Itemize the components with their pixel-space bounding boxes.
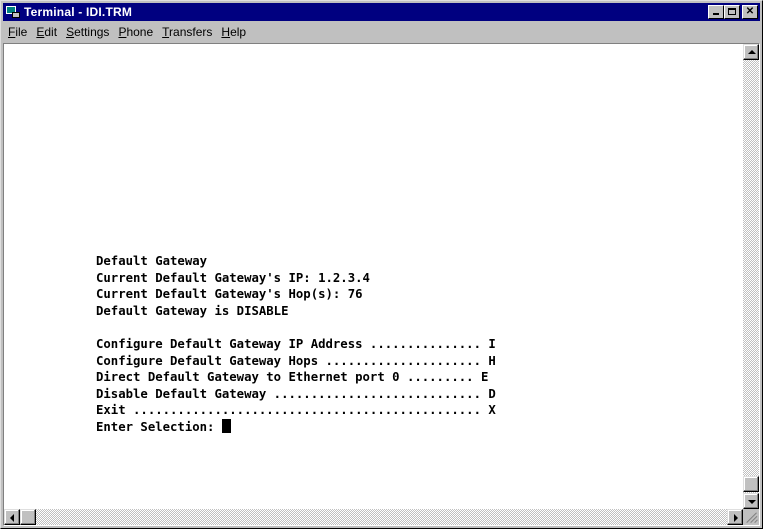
gateway-status-line: Default Gateway is DISABLE <box>96 303 289 318</box>
current-ip-line: Current Default Gateway's IP: 1.2.3.4 <box>96 270 370 285</box>
vertical-scrollbar[interactable] <box>743 44 759 509</box>
menu-transfers[interactable]: Transfers <box>158 25 216 39</box>
menu-phone[interactable]: Phone <box>114 25 157 39</box>
scroll-down-button[interactable] <box>743 493 759 509</box>
menu-settings[interactable]: Settings <box>62 25 113 39</box>
terminal-output: Default Gateway Current Default Gateway's… <box>96 253 496 436</box>
horizontal-scroll-thumb[interactable] <box>20 509 36 525</box>
up-arrow-icon <box>748 50 756 54</box>
scroll-left-button[interactable] <box>4 509 20 525</box>
menu-help[interactable]: Help <box>217 25 250 39</box>
terminal-client-area: Default Gateway Current Default Gateway's… <box>3 43 760 526</box>
current-hops-line: Current Default Gateway's Hop(s): 76 <box>96 287 363 302</box>
option-exit: Exit ...................................… <box>96 403 496 418</box>
vertical-scroll-thumb[interactable] <box>743 476 759 492</box>
menu-header: Default Gateway <box>96 254 208 268</box>
title-bar[interactable]: Terminal - IDI.TRM ✕ <box>3 3 760 21</box>
menu-file[interactable]: File <box>4 25 31 39</box>
right-arrow-icon <box>734 514 738 522</box>
prompt-text: Enter Selection: <box>96 419 222 434</box>
left-arrow-icon <box>10 514 14 522</box>
prompt-line: Enter Selection: <box>96 418 496 436</box>
option-configure-ip: Configure Default Gateway IP Address ...… <box>96 336 496 351</box>
terminal-app-icon[interactable] <box>6 5 20 19</box>
option-disable-gateway: Disable Default Gateway ................… <box>96 386 496 401</box>
terminal-screen[interactable]: Default Gateway Current Default Gateway's… <box>4 44 743 509</box>
resize-grip-icon[interactable] <box>743 509 759 525</box>
scroll-up-button[interactable] <box>743 44 759 60</box>
close-button[interactable]: ✕ <box>742 5 758 19</box>
window-controls: ✕ <box>708 5 758 19</box>
scroll-right-button[interactable] <box>727 509 743 525</box>
horizontal-scrollbar[interactable] <box>4 509 743 525</box>
minimize-button[interactable] <box>708 5 724 19</box>
text-cursor <box>221 418 231 433</box>
option-direct-ethernet: Direct Default Gateway to Ethernet port … <box>96 370 489 385</box>
menu-bar: File Edit Settings Phone Transfers Help <box>3 23 760 41</box>
down-arrow-icon <box>748 500 756 504</box>
option-configure-hops: Configure Default Gateway Hops .........… <box>96 353 496 368</box>
maximize-button[interactable] <box>724 5 740 19</box>
menu-edit[interactable]: Edit <box>32 25 61 39</box>
terminal-window: Terminal - IDI.TRM ✕ File Edit Settings … <box>0 0 763 529</box>
window-title: Terminal - IDI.TRM <box>24 5 133 19</box>
